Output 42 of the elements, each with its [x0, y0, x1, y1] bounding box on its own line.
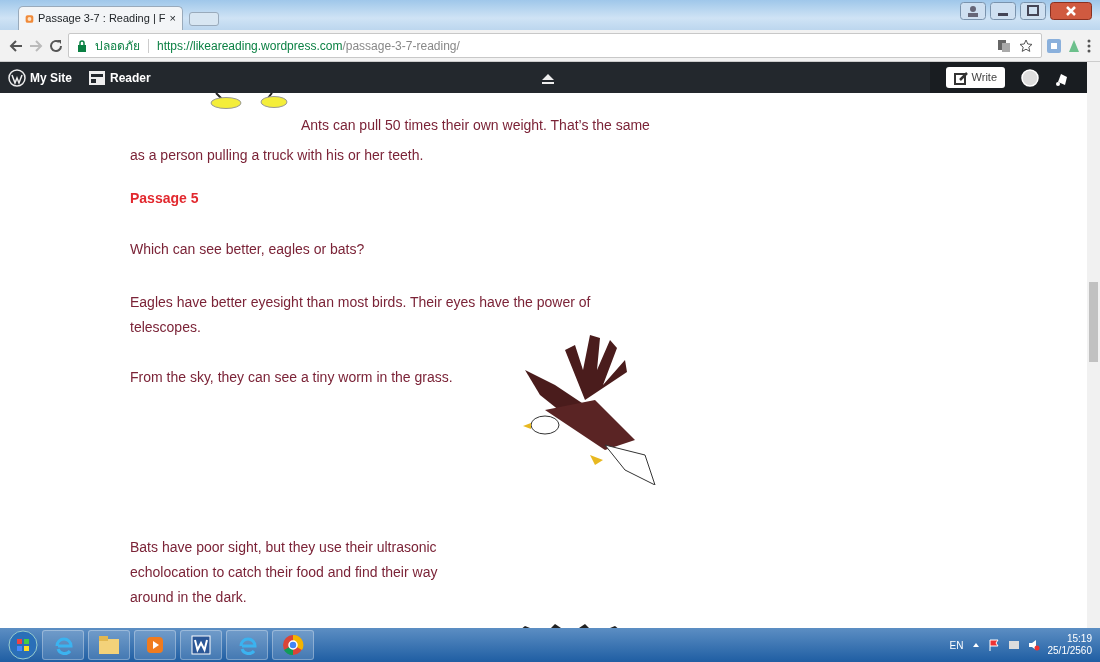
user-icon[interactable]	[960, 2, 986, 20]
back-arrow-icon[interactable]	[8, 37, 24, 54]
clock-time[interactable]: 15:19	[1066, 633, 1092, 645]
paragraph-text: Bats have poor sight, but they use their ultrasonic echolocation to catch their food and find their way around in the dark.	[130, 538, 439, 607]
admin-bar-link[interactable]: My Site	[8, 68, 72, 87]
paragraph-text: Ants can pull 50 times their own weight. That’s the same as a person pulling a truck with his or her teeth.	[130, 116, 651, 165]
paragraph-text: Which can see better, eagles or bats?	[130, 240, 366, 259]
scrollbar[interactable]	[1087, 62, 1100, 628]
tab-close-button[interactable]: ×	[169, 10, 176, 27]
clock-date[interactable]: 25/1/2560	[1047, 645, 1092, 657]
document-w-icon[interactable]	[190, 634, 212, 656]
maximize-icon[interactable]	[1020, 2, 1046, 20]
address-bar[interactable]: ปลอดภัย https://likeareading.wordpress.com/passage-3-7-reading/	[68, 33, 1042, 58]
chevron-up-icon[interactable]	[971, 641, 980, 649]
wordpress-logo-icon	[8, 68, 26, 87]
avatar-icon[interactable]	[1021, 68, 1039, 87]
scrollbar-thumb[interactable]	[1089, 282, 1098, 362]
folder-icon[interactable]	[98, 635, 120, 655]
lock-icon	[77, 39, 87, 52]
paragraph-text: Eagles have better eyesight than most birds. Their eyes have the power of telescopes.	[130, 293, 592, 337]
write-button[interactable]: Write	[945, 67, 1005, 88]
network-icon[interactable]	[1007, 639, 1020, 651]
admin-bar-link[interactable]: Reader	[88, 68, 151, 87]
flag-icon[interactable]	[987, 639, 1000, 651]
media-player-icon[interactable]	[145, 635, 165, 655]
close-icon[interactable]	[1050, 2, 1092, 20]
start-button-icon[interactable]	[8, 630, 38, 660]
reload-icon[interactable]	[48, 37, 64, 54]
tab-title: Passage 3-7 : Reading | F	[37, 11, 166, 27]
chrome-icon[interactable]	[282, 634, 304, 656]
menu-icon[interactable]	[1086, 37, 1092, 54]
url-text: https://likeareading.wordpress.com/passage-3-7-reading/	[157, 37, 460, 55]
passage-heading: Passage 5	[130, 189, 200, 208]
pencil-icon	[953, 70, 968, 85]
minimize-icon[interactable]	[990, 2, 1016, 20]
reader-icon	[88, 69, 106, 86]
browser-tab[interactable]: Passage 3-7 : Reading | F ×	[18, 6, 183, 30]
language-indicator[interactable]: EN	[949, 637, 964, 653]
security-label: ปลอดภัย	[95, 37, 140, 55]
star-icon[interactable]	[1019, 38, 1033, 53]
speaker-icon[interactable]	[1027, 639, 1040, 651]
paragraph-text: From the sky, they can see a tiny worm in the grass.	[130, 368, 454, 387]
